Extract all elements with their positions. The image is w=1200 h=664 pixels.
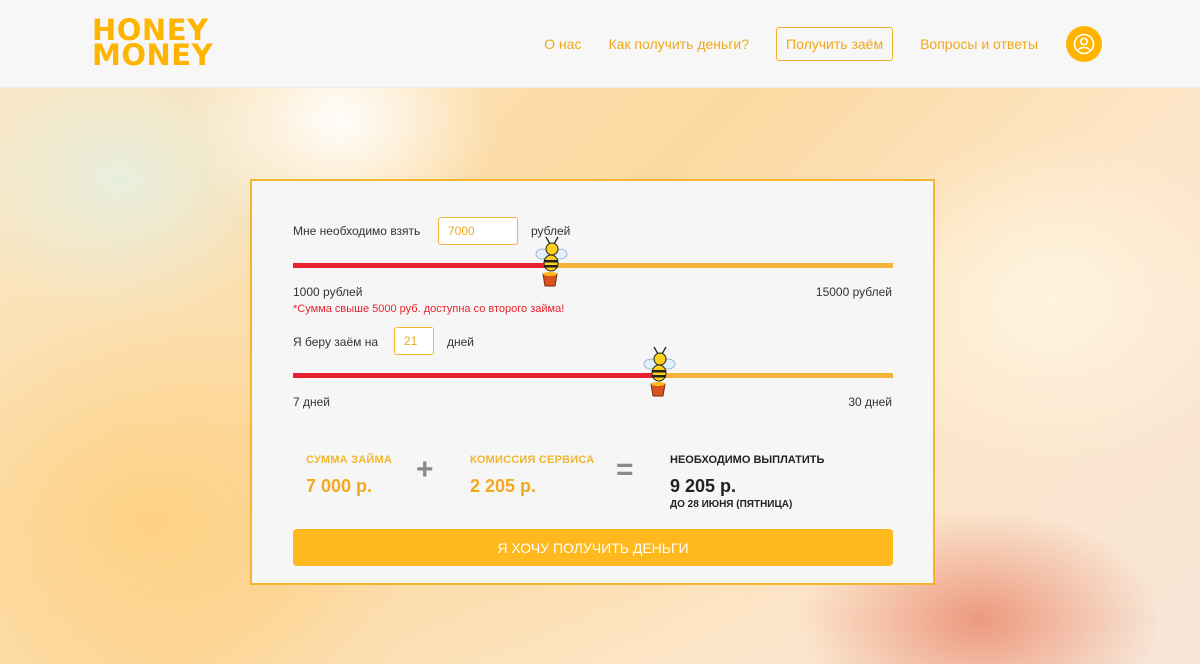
main-nav: О нас Как получить деньги? Получить заём… (517, 0, 1102, 88)
nav-how-link[interactable]: Как получить деньги? (608, 36, 749, 52)
site-header: HONEY MONEY О нас Как получить деньги? П… (0, 0, 1200, 88)
loan-calculator: Мне необходимо взять 7000 рублей 1000 ру… (250, 179, 935, 585)
logo[interactable]: HONEY MONEY (92, 16, 214, 72)
term-min-label: 7 дней (293, 395, 331, 409)
term-max-label: 30 дней (848, 395, 892, 409)
bee-icon (535, 236, 568, 287)
amount-slider-fill (293, 263, 550, 268)
due-date: ДО 28 ИЮНЯ (ПЯТНИЦА) (670, 499, 793, 510)
amount-input[interactable]: 7000 (438, 217, 518, 245)
term-unit: дней (447, 335, 475, 349)
amount-min-label: 1000 рублей (293, 285, 363, 299)
user-glyph-icon (1073, 33, 1095, 55)
user-icon[interactable] (1066, 26, 1102, 62)
get-loan-button[interactable]: Получить заём (776, 27, 894, 61)
get-money-button[interactable]: Я ХОЧУ ПОЛУЧИТЬ ДЕНЬГИ (293, 529, 893, 566)
term-slider-fill (293, 373, 658, 378)
fee-title: КОМИССИЯ СЕРВИСА (470, 454, 595, 466)
total-title: НЕОБХОДИМО ВЫПЛАТИТЬ (670, 454, 825, 466)
amount-slider-bee-handle[interactable] (530, 236, 570, 290)
fee-value: 2 205 р. (470, 476, 537, 496)
total-value: 9 205 р. (670, 476, 737, 496)
term-slider-bee-handle[interactable] (638, 346, 678, 400)
nav-faq-link[interactable]: Вопросы и ответы (920, 36, 1038, 52)
term-input[interactable]: 21 (394, 327, 434, 355)
amount-note: *Сумма свыше 5000 руб. доступна со второ… (293, 303, 565, 315)
equals-sign: = (616, 453, 634, 486)
bee-icon (643, 346, 676, 397)
term-label: Я беру заём на (293, 335, 379, 349)
loan-sum-value: 7 000 р. (306, 476, 373, 496)
nav-about-link[interactable]: О нас (544, 36, 581, 52)
plus-sign: + (416, 453, 434, 486)
logo-line-money: MONEY (92, 38, 214, 72)
loan-sum-title: СУММА ЗАЙМА (306, 454, 393, 466)
amount-label: Мне необходимо взять (293, 224, 421, 238)
amount-max-label: 15000 рублей (815, 285, 892, 299)
